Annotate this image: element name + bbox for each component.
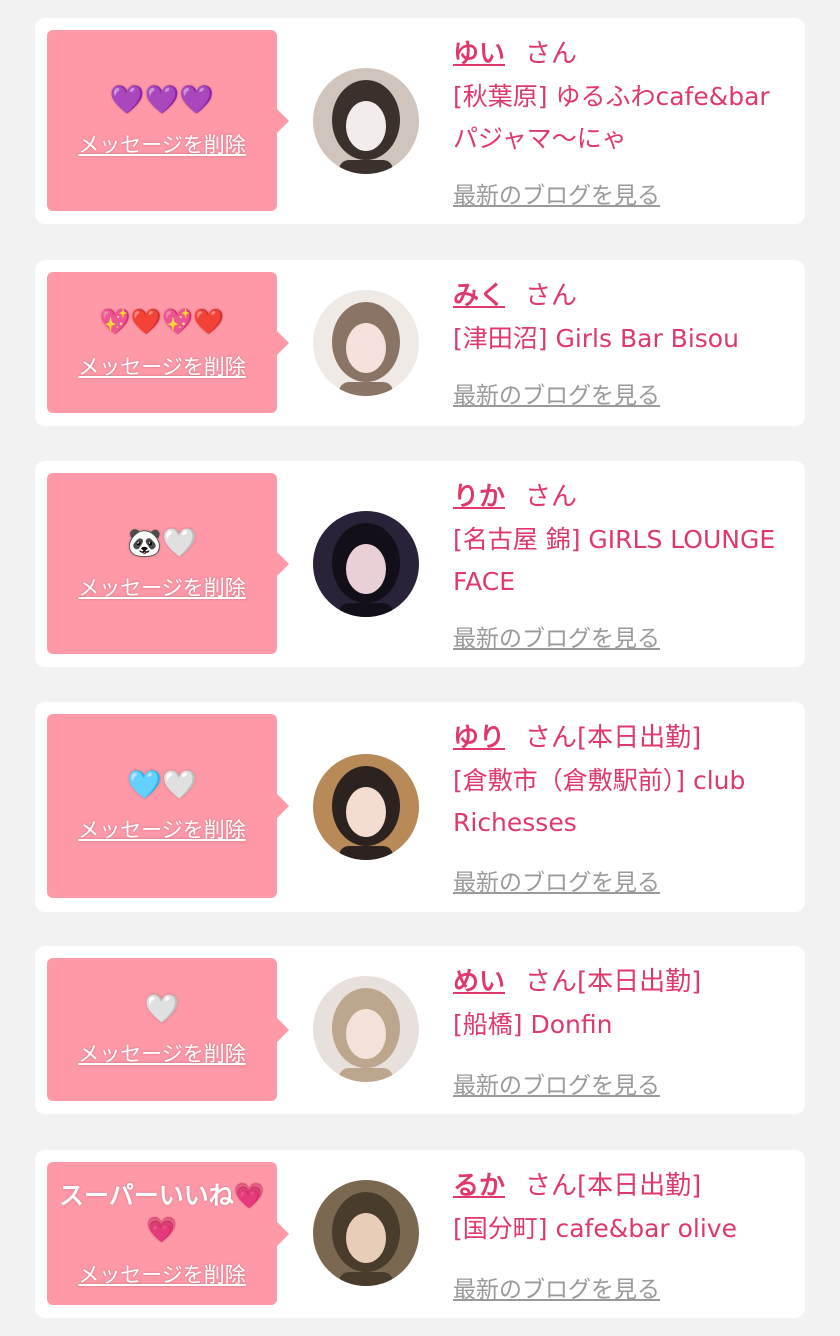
message-text: 🤍 [144, 991, 180, 1025]
message-text: 💖❤️💖❤️ [99, 306, 225, 336]
shop-name: [船橋] Donfin [453, 1010, 613, 1039]
name-line: みく さん [453, 274, 793, 318]
latest-blog-link[interactable]: 最新のブログを見る [453, 376, 660, 410]
cast-name-link[interactable]: りか [453, 482, 505, 512]
message-card: 💜💜💜 メッセージを削除 ゆい さん [秋葉原] ゆるふわcafe&bar パジャ… [35, 18, 805, 224]
name-line: ゆい さん [453, 32, 793, 76]
status-badge: [本日出勤] [577, 723, 702, 753]
message-card: スーパーいいね💗💗 メッセージを削除 るか さん[本日出勤] [国分町] cafe… [35, 1150, 805, 1318]
profile-info: るか さん[本日出勤] [国分町] cafe&bar olive [453, 1164, 793, 1250]
message-bubble: 🩵🤍 メッセージを削除 [47, 714, 289, 898]
message-bubble: 💜💜💜 メッセージを削除 [47, 30, 289, 211]
avatar[interactable] [313, 754, 419, 860]
profile-info: ゆい さん [秋葉原] ゆるふわcafe&bar パジャマ〜にゃ [453, 32, 793, 160]
cast-name-link[interactable]: めい [453, 967, 505, 997]
name-line: りか さん [453, 475, 793, 519]
shop-name: [名古屋 錦] GIRLS LOUNGE FACE [453, 525, 776, 596]
delete-message-link[interactable]: メッセージを削除 [78, 129, 246, 159]
message-bubble: スーパーいいね💗💗 メッセージを削除 [47, 1162, 289, 1305]
cast-name-link[interactable]: ゆい [453, 39, 505, 69]
latest-blog-link[interactable]: 最新のブログを見る [453, 863, 660, 897]
message-card: 🐼🤍 メッセージを削除 りか さん [名古屋 錦] GIRLS LOUNGE FA… [35, 461, 805, 667]
latest-blog-link[interactable]: 最新のブログを見る [453, 1270, 660, 1304]
shop-name: [秋葉原] ゆるふわcafe&bar パジャマ〜にゃ [453, 82, 770, 153]
status-badge: [本日出勤] [577, 967, 702, 997]
honorific: さん [525, 967, 578, 997]
cast-name-link[interactable]: みく [453, 281, 505, 311]
honorific: さん [525, 281, 578, 311]
profile-info: めい さん[本日出勤] [船橋] Donfin [453, 960, 793, 1046]
honorific: さん [525, 39, 578, 69]
avatar[interactable] [313, 68, 419, 174]
message-text: 🐼🤍 [127, 525, 197, 559]
name-line: めい さん[本日出勤] [453, 960, 793, 1004]
cast-name-link[interactable]: ゆり [453, 723, 505, 753]
message-bubble: 🐼🤍 メッセージを削除 [47, 473, 289, 654]
name-line: るか さん[本日出勤] [453, 1164, 793, 1208]
message-bubble: 💖❤️💖❤️ メッセージを削除 [47, 272, 289, 413]
delete-message-link[interactable]: メッセージを削除 [78, 572, 246, 602]
avatar[interactable] [313, 290, 419, 396]
profile-info: りか さん [名古屋 錦] GIRLS LOUNGE FACE [453, 475, 793, 603]
avatar[interactable] [313, 976, 419, 1082]
name-line: ゆり さん[本日出勤] [453, 716, 793, 760]
message-text: 🩵🤍 [127, 768, 197, 801]
latest-blog-link[interactable]: 最新のブログを見る [453, 176, 660, 210]
profile-info: ゆり さん[本日出勤] [倉敷市（倉敷駅前）] club Richesses [453, 716, 793, 844]
delete-message-link[interactable]: メッセージを削除 [78, 1038, 246, 1068]
message-card: 🤍 メッセージを削除 めい さん[本日出勤] [船橋] Donfin 最新のブログ… [35, 946, 805, 1114]
shop-name: [国分町] cafe&bar olive [453, 1214, 737, 1243]
message-card: 💖❤️💖❤️ メッセージを削除 みく さん [津田沼] Girls Bar Bis… [35, 260, 805, 426]
message-list: 💜💜💜 メッセージを削除 ゆい さん [秋葉原] ゆるふわcafe&bar パジャ… [0, 0, 840, 1336]
message-bubble: 🤍 メッセージを削除 [47, 958, 289, 1101]
delete-message-link[interactable]: メッセージを削除 [78, 351, 246, 381]
message-text: スーパーいいね💗💗 [59, 1180, 265, 1244]
honorific: さん [525, 1171, 578, 1201]
honorific: さん [525, 482, 578, 512]
delete-message-link[interactable]: メッセージを削除 [78, 1259, 246, 1289]
profile-info: みく さん [津田沼] Girls Bar Bisou [453, 274, 793, 360]
latest-blog-link[interactable]: 最新のブログを見る [453, 1066, 660, 1100]
avatar[interactable] [313, 1180, 419, 1286]
cast-name-link[interactable]: るか [453, 1171, 505, 1201]
message-card: 🩵🤍 メッセージを削除 ゆり さん[本日出勤] [倉敷市（倉敷駅前）] club … [35, 702, 805, 912]
shop-name: [津田沼] Girls Bar Bisou [453, 324, 739, 353]
delete-message-link[interactable]: メッセージを削除 [78, 814, 246, 844]
avatar[interactable] [313, 511, 419, 617]
honorific: さん [525, 723, 578, 753]
shop-name: [倉敷市（倉敷駅前）] club Richesses [453, 766, 746, 837]
latest-blog-link[interactable]: 最新のブログを見る [453, 619, 660, 653]
message-text: 💜💜💜 [109, 82, 215, 116]
status-badge: [本日出勤] [577, 1171, 702, 1201]
